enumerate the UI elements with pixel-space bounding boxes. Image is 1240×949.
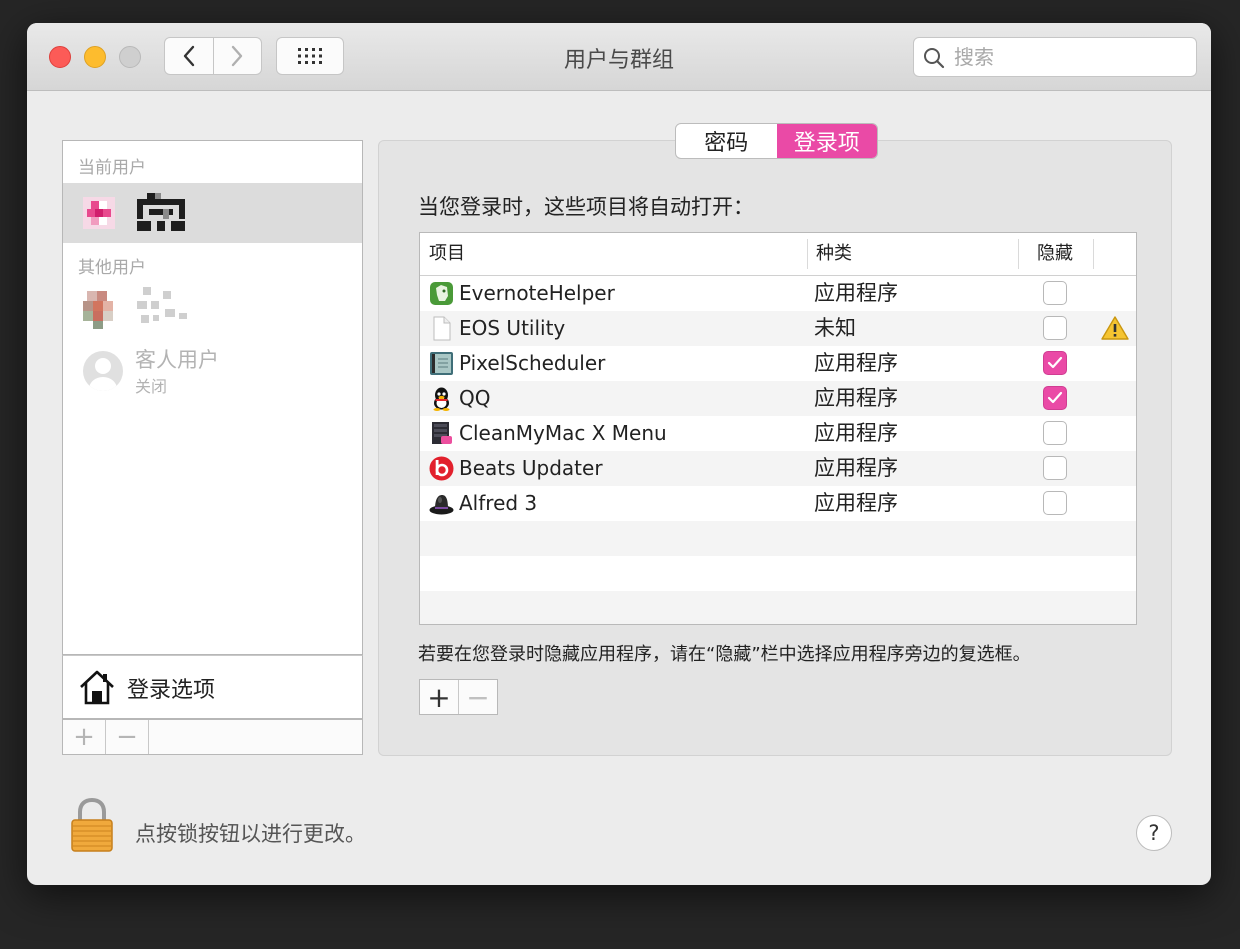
column-header-item[interactable]: 项目 bbox=[429, 233, 465, 275]
title-bar: 用户与群组 bbox=[27, 23, 1211, 91]
remove-login-item-button[interactable]: − bbox=[458, 680, 497, 714]
warning-icon[interactable] bbox=[1100, 315, 1130, 341]
lock-icon[interactable] bbox=[69, 797, 115, 853]
login-options-label: 登录选项 bbox=[127, 678, 216, 703]
column-divider bbox=[1018, 239, 1019, 269]
add-login-item-button[interactable]: + bbox=[420, 680, 458, 714]
hide-hint-text: 若要在您登录时隐藏应用程序，请在“隐藏”栏中选择应用程序旁边的复选框。 bbox=[418, 644, 1031, 665]
remove-user-button[interactable]: − bbox=[106, 720, 149, 754]
add-user-button[interactable]: + bbox=[63, 720, 106, 754]
tab-bar: 密码 登录项 bbox=[675, 123, 878, 159]
item-kind: 未知 bbox=[814, 316, 856, 340]
item-name: Beats Updater bbox=[459, 456, 603, 480]
item-kind: 应用程序 bbox=[814, 421, 898, 445]
column-divider bbox=[807, 239, 808, 269]
table-row[interactable]: CleanMyMac X Menu 应用程序 bbox=[420, 416, 1136, 451]
table-row[interactable]: PixelScheduler 应用程序 bbox=[420, 346, 1136, 381]
other-user-avatar bbox=[83, 291, 113, 329]
table-row[interactable]: Beats Updater 应用程序 bbox=[420, 451, 1136, 486]
tab-password[interactable]: 密码 bbox=[676, 124, 777, 158]
guest-avatar-icon bbox=[83, 351, 123, 391]
table-row[interactable]: Alfred 3 应用程序 bbox=[420, 486, 1136, 521]
hide-checkbox[interactable] bbox=[1043, 281, 1067, 305]
other-users-label: 其他用户 bbox=[78, 258, 146, 278]
item-kind: 应用程序 bbox=[814, 351, 898, 375]
empty-row bbox=[420, 591, 1136, 624]
hide-checkbox[interactable] bbox=[1043, 456, 1067, 480]
checkmark-icon bbox=[1047, 356, 1063, 369]
evernote-icon bbox=[430, 282, 453, 305]
users-groups-window: 用户与群组 当前用户 bbox=[27, 23, 1211, 885]
search-field[interactable] bbox=[913, 37, 1197, 77]
current-user-label: 当前用户 bbox=[78, 158, 146, 178]
beats-icon bbox=[429, 456, 454, 481]
column-header-hide[interactable]: 隐藏 bbox=[1037, 233, 1073, 275]
cleanmymac-icon bbox=[432, 422, 452, 444]
item-name: QQ bbox=[459, 386, 491, 410]
help-button[interactable]: ? bbox=[1136, 815, 1172, 851]
hide-checkbox[interactable] bbox=[1043, 316, 1067, 340]
empty-row bbox=[420, 521, 1136, 556]
alfred-hat-icon bbox=[429, 495, 454, 515]
login-items-table: 项目 种类 隐藏 EvernoteHelper 应用程序 EOS Utility… bbox=[419, 232, 1137, 625]
hide-checkbox[interactable] bbox=[1043, 386, 1067, 410]
pixelscheduler-icon bbox=[430, 352, 453, 375]
other-user-row[interactable] bbox=[63, 281, 362, 337]
user-list-toolbar: + − bbox=[62, 719, 363, 755]
login-items-intro: 当您登录时，这些项目将自动打开： bbox=[418, 195, 754, 219]
hide-checkbox[interactable] bbox=[1043, 491, 1067, 515]
item-name: Alfred 3 bbox=[459, 491, 538, 515]
item-kind: 应用程序 bbox=[814, 281, 898, 305]
item-name: CleanMyMac X Menu bbox=[459, 421, 667, 445]
table-row[interactable]: QQ 应用程序 bbox=[420, 381, 1136, 416]
current-user-row[interactable] bbox=[63, 183, 362, 243]
item-kind: 应用程序 bbox=[814, 456, 898, 480]
user-name-pixelated bbox=[137, 193, 185, 231]
qq-penguin-icon bbox=[433, 387, 450, 411]
other-user-name-pixelated bbox=[137, 287, 187, 323]
login-items-toolbar: + − bbox=[419, 679, 498, 715]
user-list: 当前用户 其他用户 客人用户 关闭 bbox=[62, 140, 363, 655]
item-kind: 应用程序 bbox=[814, 491, 898, 515]
table-row[interactable]: EvernoteHelper 应用程序 bbox=[420, 276, 1136, 311]
login-options-button[interactable]: 登录选项 bbox=[62, 655, 363, 719]
hide-checkbox[interactable] bbox=[1043, 421, 1067, 445]
hide-checkbox[interactable] bbox=[1043, 351, 1067, 375]
user-avatar bbox=[83, 197, 115, 229]
document-icon bbox=[433, 316, 451, 341]
guest-user-name: 客人用户 bbox=[135, 348, 219, 372]
tab-login-items[interactable]: 登录项 bbox=[776, 124, 877, 158]
table-row[interactable]: EOS Utility 未知 bbox=[420, 311, 1136, 346]
empty-row bbox=[420, 556, 1136, 591]
item-name: EOS Utility bbox=[459, 316, 566, 340]
column-header-kind[interactable]: 种类 bbox=[816, 233, 852, 275]
column-divider bbox=[1093, 239, 1094, 269]
item-name: PixelScheduler bbox=[459, 351, 606, 375]
search-icon bbox=[924, 48, 945, 69]
checkmark-icon bbox=[1047, 391, 1063, 404]
item-kind: 应用程序 bbox=[814, 386, 898, 410]
item-name: EvernoteHelper bbox=[459, 281, 615, 305]
table-header: 项目 种类 隐藏 bbox=[420, 233, 1136, 276]
lock-message: 点按锁按钮以进行更改。 bbox=[135, 822, 366, 846]
search-input[interactable] bbox=[954, 38, 1184, 76]
guest-user-status: 关闭 bbox=[135, 377, 168, 396]
house-icon bbox=[80, 670, 114, 705]
